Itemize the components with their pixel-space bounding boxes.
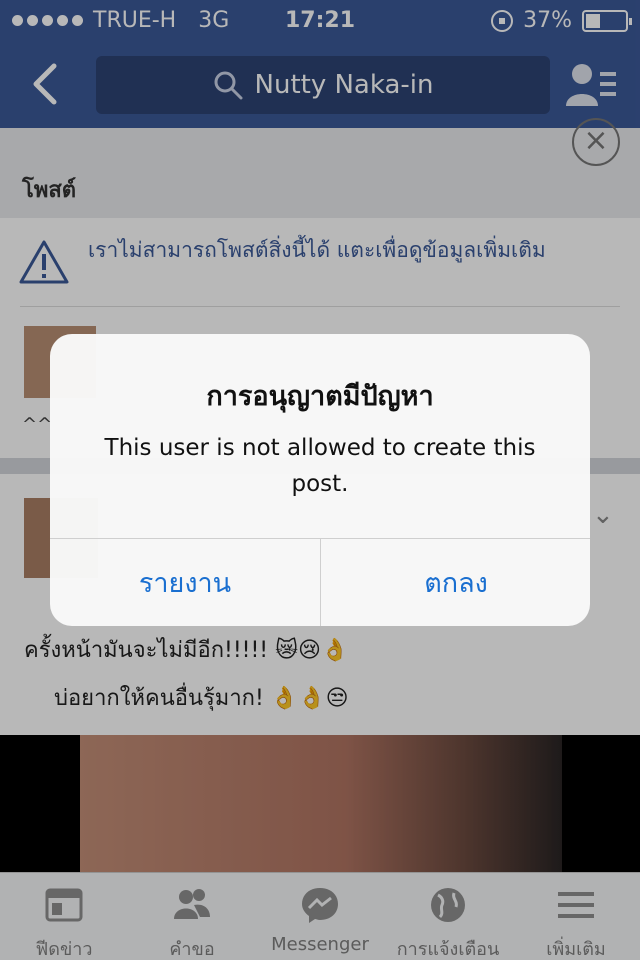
dismiss-banner-button[interactable]: ×: [572, 118, 620, 166]
report-button[interactable]: รายงาน: [50, 539, 320, 626]
close-icon: ×: [583, 123, 609, 158]
alert-dialog: การอนุญาตมีปัญหา This user is not allowe…: [50, 334, 590, 626]
ok-button[interactable]: ตกลง: [321, 539, 590, 626]
alert-title: การอนุญาตมีปัญหา: [206, 381, 434, 412]
alert-message: This user is not allowed to create this …: [104, 435, 536, 497]
